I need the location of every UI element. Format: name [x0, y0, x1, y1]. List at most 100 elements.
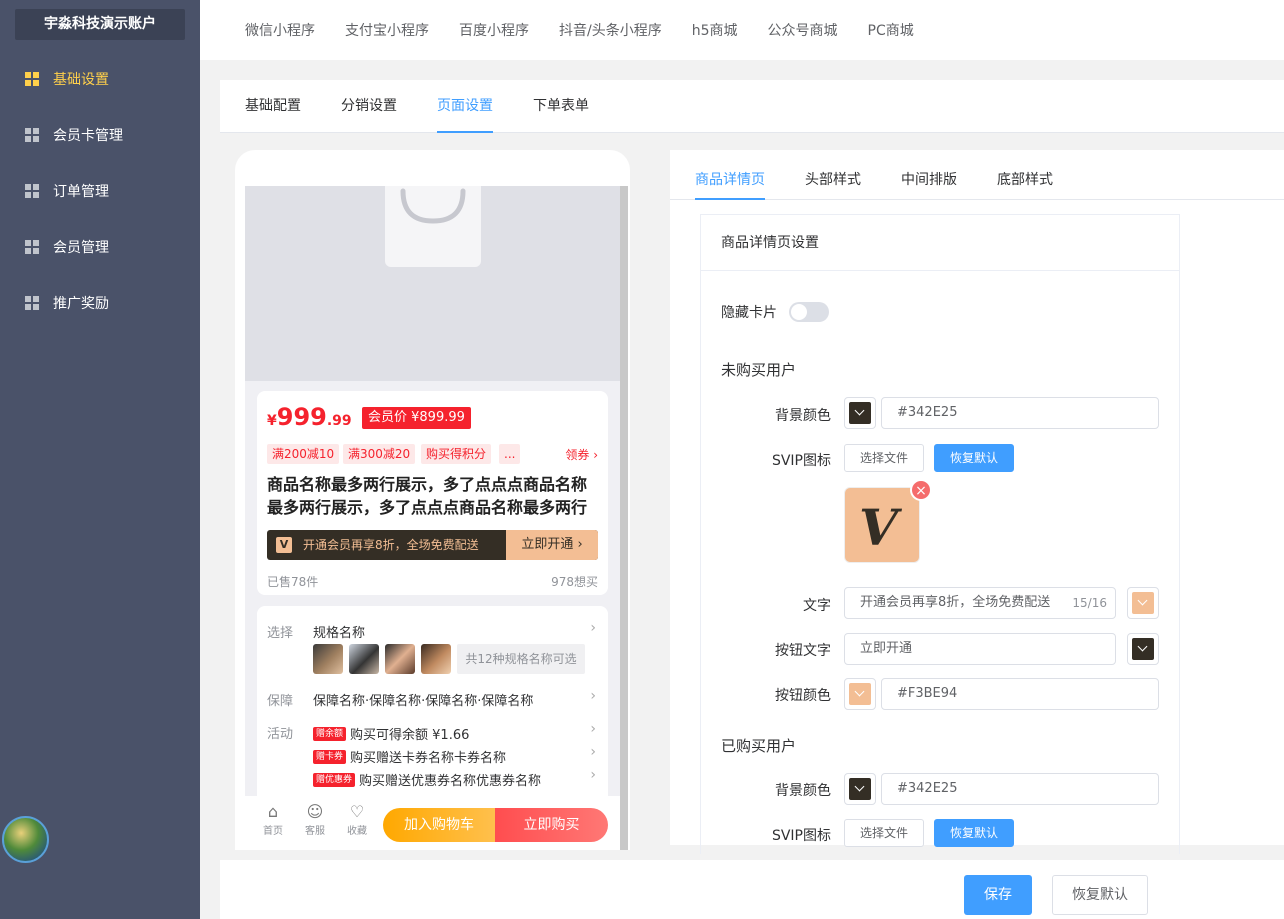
- restore-default-button[interactable]: 恢复默认: [934, 444, 1014, 472]
- select-label: 选择: [267, 626, 294, 641]
- choose-file-button-2[interactable]: 选择文件: [844, 819, 924, 847]
- bg-color-input[interactable]: #342E25: [881, 397, 1159, 429]
- tab-alipay[interactable]: 支付宝小程序: [345, 20, 429, 40]
- platform-tabs: 微信小程序 支付宝小程序 百度小程序 抖音/头条小程序 h5商城 公众号商城 P…: [200, 0, 1284, 60]
- activity-row[interactable]: 赠余额 购买可得余额 ¥1.66: [313, 724, 469, 743]
- button-text-label: 按钮文字: [775, 643, 831, 659]
- svip-icon-label-2: SVIP图标: [771, 828, 831, 844]
- activity-row[interactable]: 赠优惠券 购买赠送优惠券名称优惠券名称: [313, 770, 541, 789]
- button-color-picker[interactable]: [844, 678, 876, 710]
- tab-douyin[interactable]: 抖音/头条小程序: [559, 20, 662, 40]
- chevron-right-icon[interactable]: ›: [590, 688, 596, 704]
- favorite-button[interactable]: ♡ 收藏: [339, 802, 375, 837]
- activity-text: 购买赠送卡券名称卡券名称: [350, 751, 507, 766]
- char-count: 15/16: [1072, 596, 1107, 610]
- activity-row[interactable]: 赠卡券 购买赠送卡券名称卡券名称: [313, 747, 506, 766]
- detail-settings-box: 商品详情页设置 隐藏卡片 未购买用户 背景颜色 #342E25 SVIP图标 选…: [700, 214, 1180, 854]
- text-color-picker[interactable]: [1127, 587, 1159, 619]
- tab-order-form[interactable]: 下单表单: [533, 80, 589, 133]
- sidebar: 宇淼科技演示账户 基础设置 会员卡管理 订单管理 会员管理 推广奖励: [0, 0, 200, 919]
- text-label: 文字: [803, 598, 831, 614]
- close-icon[interactable]: ×: [910, 479, 932, 501]
- home-icon: ⌂: [267, 802, 279, 821]
- button-text-input[interactable]: 立即开通: [844, 633, 1116, 665]
- button-color-input[interactable]: #F3BE94: [881, 678, 1159, 710]
- chevron-right-icon[interactable]: ›: [590, 767, 596, 783]
- tab-official-account[interactable]: 公众号商城: [768, 20, 838, 40]
- activity-tag: 赠优惠券: [313, 772, 356, 787]
- tab-pc[interactable]: PC商城: [868, 20, 914, 40]
- sold-count: 已售78件: [267, 575, 319, 589]
- tab-page-settings[interactable]: 页面设置: [437, 80, 493, 133]
- tab-middle-layout[interactable]: 中间排版: [901, 150, 957, 200]
- avatar[interactable]: [2, 816, 49, 863]
- reset-button[interactable]: 恢复默认: [1052, 875, 1148, 915]
- panel-tabs: 商品详情页 头部样式 中间排版 底部样式: [670, 150, 1284, 200]
- chevron-right-icon[interactable]: ›: [590, 721, 596, 737]
- tab-wechat[interactable]: 微信小程序: [245, 20, 315, 40]
- hide-card-switch[interactable]: [789, 302, 829, 322]
- settings-panel: 商品详情页 头部样式 中间排版 底部样式 商品详情页设置 隐藏卡片 未购买用户 …: [670, 150, 1284, 854]
- vip-text-input[interactable]: 开通会员再享8折，全场免费配送 15/16: [844, 587, 1116, 619]
- grid-icon: [25, 240, 39, 254]
- button-text-color-picker[interactable]: [1127, 633, 1159, 665]
- button-color-label: 按钮颜色: [775, 688, 831, 704]
- add-to-cart-button[interactable]: 加入购物车: [383, 808, 495, 842]
- tab-h5[interactable]: h5商城: [692, 20, 738, 40]
- promo-tag: ...: [499, 444, 521, 464]
- spec-all-button[interactable]: 共12种规格名称可选: [457, 644, 585, 674]
- buy-now-button[interactable]: 立即购买: [495, 808, 608, 842]
- coupon-link[interactable]: 领券 ›: [565, 446, 598, 463]
- grid-icon: [25, 296, 39, 310]
- account-name[interactable]: 宇淼科技演示账户: [15, 9, 185, 40]
- settings-tabs: 基础配置 分销设置 页面设置 下单表单: [220, 80, 1284, 133]
- tab-distribution[interactable]: 分销设置: [341, 80, 397, 133]
- guarantee-label: 保障: [267, 694, 294, 709]
- vip-open-button[interactable]: 立即开通 ›: [506, 530, 598, 560]
- sidebar-item-promotion[interactable]: 推广奖励: [0, 275, 200, 331]
- choose-file-button[interactable]: 选择文件: [844, 444, 924, 472]
- promo-tag: 满200减10: [267, 444, 340, 464]
- tab-product-detail[interactable]: 商品详情页: [695, 150, 765, 200]
- chevron-right-icon[interactable]: ›: [590, 744, 596, 760]
- sidebar-item-members[interactable]: 会员管理: [0, 219, 200, 275]
- preview-content: ¥999.99 会员价 ¥899.99 满200减10 满300减20 购买得积…: [245, 186, 620, 850]
- spec-thumbnail[interactable]: [349, 644, 379, 674]
- bg-color-input-2[interactable]: #342E25: [881, 773, 1159, 805]
- save-button[interactable]: 保存: [964, 875, 1032, 915]
- heart-icon: ♡: [349, 802, 365, 821]
- phone-preview: ¥999.99 会员价 ¥899.99 满200减10 满300减20 购买得积…: [235, 150, 630, 850]
- shopping-bag-icon: [385, 186, 481, 267]
- service-button[interactable]: ☺ 客服: [297, 802, 333, 837]
- preview-scrollbar[interactable]: [620, 186, 628, 850]
- grid-icon: [25, 128, 39, 142]
- sidebar-item-orders[interactable]: 订单管理: [0, 163, 200, 219]
- price: ¥999.99: [267, 403, 352, 431]
- tab-header-style[interactable]: 头部样式: [805, 150, 861, 200]
- home-button[interactable]: ⌂ 首页: [255, 802, 291, 837]
- promo-tag: 购买得积分: [421, 444, 492, 464]
- sidebar-item-member-card[interactable]: 会员卡管理: [0, 107, 200, 163]
- svip-image-preview: V: [844, 487, 920, 563]
- tab-baidu[interactable]: 百度小程序: [459, 20, 529, 40]
- sidebar-item-label: 订单管理: [53, 184, 109, 200]
- svip-v-icon: V: [859, 498, 898, 557]
- chevron-right-icon[interactable]: ›: [590, 620, 596, 636]
- sidebar-item-label: 基础设置: [53, 72, 109, 88]
- activity-label: 活动: [267, 727, 294, 742]
- section-purchased: 已购买用户: [721, 737, 797, 755]
- spec-thumbnail[interactable]: [313, 644, 343, 674]
- grid-icon: [25, 184, 39, 198]
- tab-basic-config[interactable]: 基础配置: [245, 80, 301, 133]
- chevron-right-icon: ›: [593, 448, 598, 462]
- vip-bar: V 开通会员再享8折，全场免费配送 立即开通 ›: [267, 530, 598, 560]
- tab-bottom-style[interactable]: 底部样式: [997, 150, 1053, 200]
- sidebar-item-basic-settings[interactable]: 基础设置: [0, 51, 200, 107]
- spec-thumbnail[interactable]: [421, 644, 451, 674]
- sidebar-item-label: 会员管理: [53, 240, 109, 256]
- spec-thumbnail[interactable]: [385, 644, 415, 674]
- box-title: 商品详情页设置: [701, 215, 1179, 271]
- bg-color-picker[interactable]: [844, 397, 876, 429]
- bg-color-picker-2[interactable]: [844, 773, 876, 805]
- restore-default-button-2[interactable]: 恢复默认: [934, 819, 1014, 847]
